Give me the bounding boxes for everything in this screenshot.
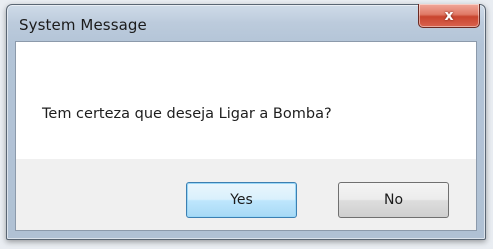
message-area: Tem certeza que deseja Ligar a Bomba? <box>16 42 476 159</box>
dialog-message: Tem certeza que deseja Ligar a Bomba? <box>42 106 332 122</box>
no-button[interactable]: No <box>338 182 449 218</box>
dialog-body: Tem certeza que deseja Ligar a Bomba? Ye… <box>15 41 477 231</box>
yes-button[interactable]: Yes <box>186 182 297 218</box>
window-title: System Message <box>19 16 147 34</box>
title-bar[interactable]: System Message x <box>7 4 485 41</box>
message-dialog-window: System Message x Tem certeza que deseja … <box>6 4 486 240</box>
close-button[interactable]: x <box>418 4 480 28</box>
close-icon: x <box>444 7 454 24</box>
